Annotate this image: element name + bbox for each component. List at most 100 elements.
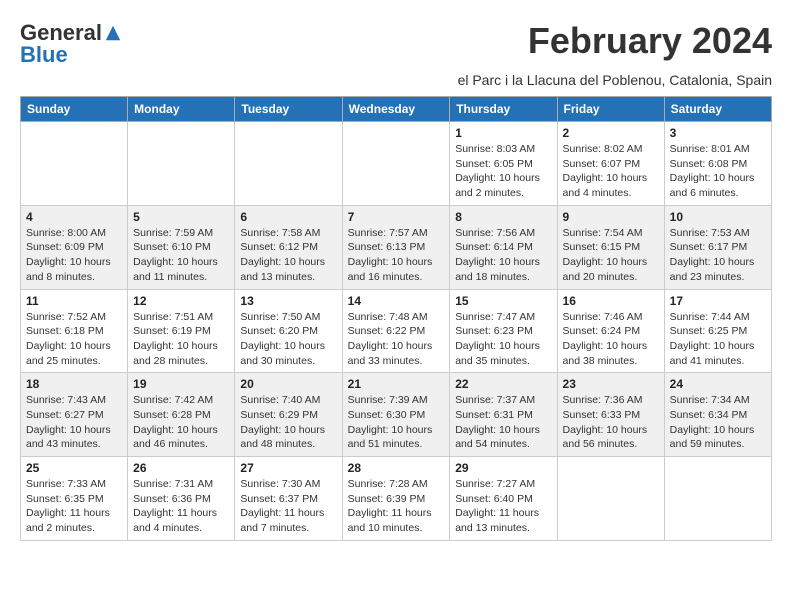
day-number: 10 — [670, 210, 766, 224]
day-number: 29 — [455, 461, 551, 475]
weekday-header-sunday: Sunday — [21, 97, 128, 122]
day-info: Sunrise: 7:37 AM Sunset: 6:31 PM Dayligh… — [455, 393, 551, 452]
day-info: Sunrise: 7:56 AM Sunset: 6:14 PM Dayligh… — [455, 226, 551, 285]
day-number: 12 — [133, 294, 229, 308]
day-info: Sunrise: 7:47 AM Sunset: 6:23 PM Dayligh… — [455, 310, 551, 369]
week-row-3: 18Sunrise: 7:43 AM Sunset: 6:27 PM Dayli… — [21, 373, 772, 457]
calendar-cell — [557, 457, 664, 541]
calendar-cell: 20 Sunrise: 7:40 AM Sunset: 6:29 PM Dayli… — [235, 373, 342, 457]
weekday-header-tuesday: Tuesday — [235, 97, 342, 122]
day-info: Sunrise: 7:48 AM Sunset: 6:22 PM Dayligh… — [348, 310, 445, 369]
day-info: Sunrise: 7:53 AM Sunset: 6:17 PM Dayligh… — [670, 226, 766, 285]
day-info: Sunrise: 7:50 AM Sunset: 6:20 PM Dayligh… — [240, 310, 336, 369]
weekday-header-wednesday: Wednesday — [342, 97, 450, 122]
day-info: Sunrise: 7:57 AM Sunset: 6:13 PM Dayligh… — [348, 226, 445, 285]
day-info: Sunrise: 7:27 AM Sunset: 6:40 PM Dayligh… — [455, 477, 551, 536]
weekday-header-row: SundayMondayTuesdayWednesdayThursdayFrid… — [21, 97, 772, 122]
day-info: Sunrise: 7:51 AM Sunset: 6:19 PM Dayligh… — [133, 310, 229, 369]
day-number: 3 — [670, 126, 766, 140]
calendar-cell: 8 Sunrise: 7:56 AM Sunset: 6:14 PM Daylig… — [450, 205, 557, 289]
day-number: 11 — [26, 294, 122, 308]
day-info: Sunrise: 8:02 AM Sunset: 6:07 PM Dayligh… — [563, 142, 659, 201]
calendar-cell: 22 Sunrise: 7:37 AM Sunset: 6:31 PM Dayli… — [450, 373, 557, 457]
day-number: 6 — [240, 210, 336, 224]
calendar-cell: 1 Sunrise: 8:03 AM Sunset: 6:05 PM Daylig… — [450, 122, 557, 206]
calendar-cell: 25 Sunrise: 7:33 AM Sunset: 6:35 PM Dayli… — [21, 457, 128, 541]
calendar-cell: 13 Sunrise: 7:50 AM Sunset: 6:20 PM Dayli… — [235, 289, 342, 373]
calendar-cell: 14 Sunrise: 7:48 AM Sunset: 6:22 PM Dayli… — [342, 289, 450, 373]
day-number: 21 — [348, 377, 445, 391]
day-info: Sunrise: 7:59 AM Sunset: 6:10 PM Dayligh… — [133, 226, 229, 285]
calendar-cell: 23 Sunrise: 7:36 AM Sunset: 6:33 PM Dayli… — [557, 373, 664, 457]
calendar-cell: 24Sunrise: 7:34 AM Sunset: 6:34 PM Dayli… — [664, 373, 771, 457]
calendar-cell — [235, 122, 342, 206]
calendar-cell: 9 Sunrise: 7:54 AM Sunset: 6:15 PM Daylig… — [557, 205, 664, 289]
calendar-cell — [342, 122, 450, 206]
day-info: Sunrise: 7:46 AM Sunset: 6:24 PM Dayligh… — [563, 310, 659, 369]
week-row-4: 25 Sunrise: 7:33 AM Sunset: 6:35 PM Dayli… — [21, 457, 772, 541]
day-info: Sunrise: 7:44 AM Sunset: 6:25 PM Dayligh… — [670, 310, 766, 369]
day-number: 25 — [26, 461, 122, 475]
weekday-header-friday: Friday — [557, 97, 664, 122]
day-number: 9 — [563, 210, 659, 224]
day-number: 7 — [348, 210, 445, 224]
calendar-cell: 29 Sunrise: 7:27 AM Sunset: 6:40 PM Dayli… — [450, 457, 557, 541]
week-row-1: 4 Sunrise: 8:00 AM Sunset: 6:09 PM Daylig… — [21, 205, 772, 289]
day-info: Sunrise: 8:03 AM Sunset: 6:05 PM Dayligh… — [455, 142, 551, 201]
calendar-cell: 10 Sunrise: 7:53 AM Sunset: 6:17 PM Dayli… — [664, 205, 771, 289]
calendar-cell: 28 Sunrise: 7:28 AM Sunset: 6:39 PM Dayli… — [342, 457, 450, 541]
calendar-cell: 6 Sunrise: 7:58 AM Sunset: 6:12 PM Daylig… — [235, 205, 342, 289]
day-info: Sunrise: 7:30 AM Sunset: 6:37 PM Dayligh… — [240, 477, 336, 536]
day-number: 23 — [563, 377, 659, 391]
day-info: Sunrise: 8:01 AM Sunset: 6:08 PM Dayligh… — [670, 142, 766, 201]
calendar-cell: 2 Sunrise: 8:02 AM Sunset: 6:07 PM Daylig… — [557, 122, 664, 206]
day-number: 26 — [133, 461, 229, 475]
day-number: 20 — [240, 377, 336, 391]
day-number: 28 — [348, 461, 445, 475]
day-info: Sunrise: 7:40 AM Sunset: 6:29 PM Dayligh… — [240, 393, 336, 452]
day-info: Sunrise: 7:52 AM Sunset: 6:18 PM Dayligh… — [26, 310, 122, 369]
month-title: February 2024 — [528, 20, 772, 62]
calendar-cell: 18Sunrise: 7:43 AM Sunset: 6:27 PM Dayli… — [21, 373, 128, 457]
calendar-cell: 26 Sunrise: 7:31 AM Sunset: 6:36 PM Dayli… — [128, 457, 235, 541]
logo-icon — [104, 24, 122, 42]
day-number: 5 — [133, 210, 229, 224]
calendar-cell: 12 Sunrise: 7:51 AM Sunset: 6:19 PM Dayli… — [128, 289, 235, 373]
calendar-cell: 21 Sunrise: 7:39 AM Sunset: 6:30 PM Dayli… — [342, 373, 450, 457]
day-number: 17 — [670, 294, 766, 308]
week-row-2: 11 Sunrise: 7:52 AM Sunset: 6:18 PM Dayli… — [21, 289, 772, 373]
day-number: 14 — [348, 294, 445, 308]
calendar-cell: 17 Sunrise: 7:44 AM Sunset: 6:25 PM Dayli… — [664, 289, 771, 373]
day-info: Sunrise: 7:54 AM Sunset: 6:15 PM Dayligh… — [563, 226, 659, 285]
weekday-header-monday: Monday — [128, 97, 235, 122]
day-number: 1 — [455, 126, 551, 140]
calendar-cell — [664, 457, 771, 541]
day-number: 13 — [240, 294, 336, 308]
day-info: Sunrise: 7:58 AM Sunset: 6:12 PM Dayligh… — [240, 226, 336, 285]
day-number: 22 — [455, 377, 551, 391]
calendar-cell: 15Sunrise: 7:47 AM Sunset: 6:23 PM Dayli… — [450, 289, 557, 373]
calendar-table: SundayMondayTuesdayWednesdayThursdayFrid… — [20, 96, 772, 541]
day-number: 16 — [563, 294, 659, 308]
day-info: Sunrise: 7:28 AM Sunset: 6:39 PM Dayligh… — [348, 477, 445, 536]
day-info: Sunrise: 7:33 AM Sunset: 6:35 PM Dayligh… — [26, 477, 122, 536]
day-number: 4 — [26, 210, 122, 224]
day-number: 19 — [133, 377, 229, 391]
calendar-cell: 5 Sunrise: 7:59 AM Sunset: 6:10 PM Daylig… — [128, 205, 235, 289]
calendar-cell: 7 Sunrise: 7:57 AM Sunset: 6:13 PM Daylig… — [342, 205, 450, 289]
logo-blue-text: Blue — [20, 42, 68, 68]
calendar-cell: 16 Sunrise: 7:46 AM Sunset: 6:24 PM Dayli… — [557, 289, 664, 373]
calendar-cell — [128, 122, 235, 206]
calendar-cell: 3 Sunrise: 8:01 AM Sunset: 6:08 PM Daylig… — [664, 122, 771, 206]
day-info: Sunrise: 7:39 AM Sunset: 6:30 PM Dayligh… — [348, 393, 445, 452]
day-info: Sunrise: 7:36 AM Sunset: 6:33 PM Dayligh… — [563, 393, 659, 452]
week-row-0: 1 Sunrise: 8:03 AM Sunset: 6:05 PM Daylig… — [21, 122, 772, 206]
day-info: Sunrise: 7:31 AM Sunset: 6:36 PM Dayligh… — [133, 477, 229, 536]
calendar-cell: 4 Sunrise: 8:00 AM Sunset: 6:09 PM Daylig… — [21, 205, 128, 289]
day-info: Sunrise: 8:00 AM Sunset: 6:09 PM Dayligh… — [26, 226, 122, 285]
day-info: Sunrise: 7:43 AM Sunset: 6:27 PM Dayligh… — [26, 393, 122, 452]
day-number: 2 — [563, 126, 659, 140]
location-title: el Parc i la Llacuna del Poblenou, Catal… — [20, 72, 772, 88]
day-number: 8 — [455, 210, 551, 224]
calendar-cell: 19Sunrise: 7:42 AM Sunset: 6:28 PM Dayli… — [128, 373, 235, 457]
